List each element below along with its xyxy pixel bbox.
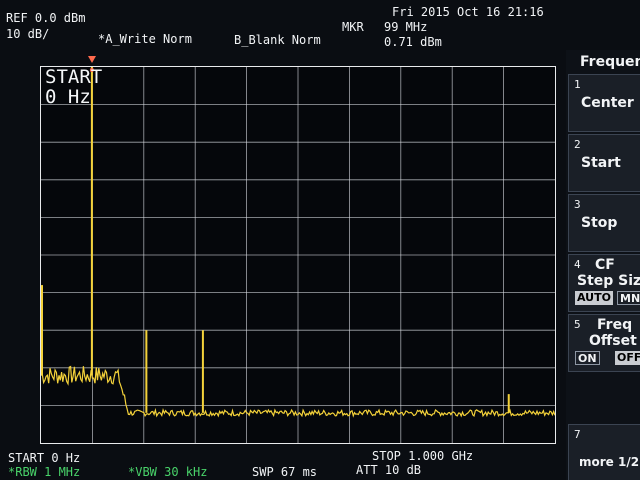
on-option[interactable]: ON xyxy=(575,351,600,365)
marker-frequency: 99 MHz xyxy=(384,20,428,34)
softkey-number: 2 xyxy=(574,138,581,151)
marker-arrow-icon xyxy=(88,56,96,63)
marker-level: 0.71 dBm xyxy=(384,35,442,49)
softkey-label-line1: Freq xyxy=(597,317,633,333)
marker-label: MKR xyxy=(342,20,364,34)
spectrum-svg xyxy=(41,67,555,443)
softkey-label: Center xyxy=(581,95,634,111)
sweep-time: SWP 67 ms xyxy=(252,465,318,479)
softkey-label-line2: Step Size xyxy=(577,273,640,289)
softkey-number: 7 xyxy=(574,428,581,441)
vbw-setting: *VBW 30 kHz xyxy=(128,465,208,479)
softkey-number: 5 xyxy=(574,318,581,331)
softkey-panel: Frequency 1 Center 2 Start 3 Stop 4 CF S… xyxy=(566,50,640,480)
rbw-setting: *RBW 1 MHz xyxy=(8,465,81,479)
softkey-center[interactable]: 1 Center xyxy=(568,74,640,132)
start-frequency: START 0 Hz xyxy=(8,451,81,465)
softkey-label: more 1/2 xyxy=(579,455,640,469)
softkey-label-line1: CF xyxy=(595,257,615,273)
start-overlay-label: START xyxy=(45,66,103,88)
softkey-menu-title: Frequency xyxy=(568,50,640,72)
scale-per-div: 10 dB/ xyxy=(6,27,50,41)
softkey-label: Start xyxy=(581,155,621,171)
trace-a-mode: *A_Write Norm xyxy=(98,32,192,46)
softkey-start[interactable]: 2 Start xyxy=(568,134,640,192)
softkey-freq-offset[interactable]: 5 Freq Offset ON OFF xyxy=(568,314,640,372)
softkey-more[interactable]: 7 more 1/2 xyxy=(568,424,640,480)
auto-option[interactable]: AUTO xyxy=(575,291,613,305)
datetime: Fri 2015 Oct 16 21:16 xyxy=(392,5,544,19)
start-overlay-value: 0 Hz xyxy=(45,86,91,108)
softkey-label-line2: Offset xyxy=(589,333,637,349)
softkey-number: 4 xyxy=(574,258,581,271)
softkey-number: 3 xyxy=(574,198,581,211)
softkey-cf-step-size[interactable]: 4 CF Step Size AUTO MNL xyxy=(568,254,640,312)
spectrum-plot: START 0 Hz xyxy=(40,66,556,444)
softkey-number: 1 xyxy=(574,78,581,91)
analyzer-screen: REF 0.0 dBm 10 dB/ *A_Write Norm B_Blank… xyxy=(0,0,640,480)
menu-title-label: Frequency xyxy=(580,54,640,70)
ref-level: REF 0.0 dBm xyxy=(6,11,86,25)
softkey-stop[interactable]: 3 Stop xyxy=(568,194,640,252)
attenuation: ATT 10 dB xyxy=(356,463,422,477)
off-option[interactable]: OFF xyxy=(615,351,640,365)
manual-option[interactable]: MNL xyxy=(617,291,640,305)
trace-b-mode: B_Blank Norm xyxy=(234,33,321,47)
softkey-label: Stop xyxy=(581,215,618,231)
stop-frequency: STOP 1.000 GHz xyxy=(372,449,474,463)
